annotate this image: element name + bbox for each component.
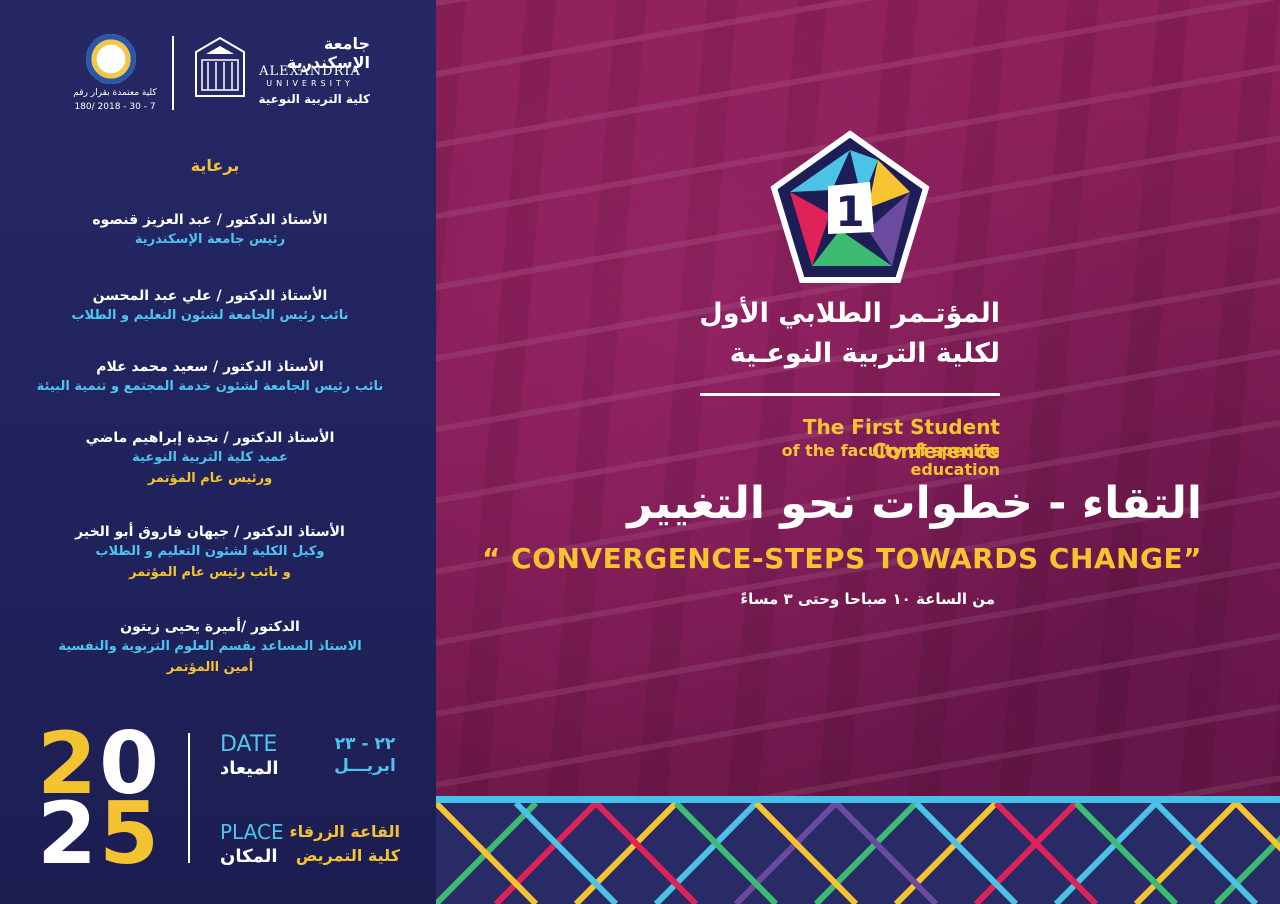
patron-role: نائب رئيس الجامعة لشئون التعليم و الطلاب (71, 308, 349, 323)
date-days: ٢٢ - ٢٣ (334, 734, 396, 754)
date-label-ar: الميعاد (220, 758, 279, 779)
patron-extra-role: أمين االمؤتمر (166, 660, 254, 675)
patron-entry: الأستاذ الدكتور / جيهان فاروق أبو الخير … (0, 522, 420, 584)
patron-extra-role: ورئيس عام المؤتمر (147, 471, 273, 486)
date-month: ابريـــل (334, 756, 396, 776)
logo-row: كلية معتمدة بقرار رقم 180/ 2018 - 30 - 7… (60, 30, 380, 120)
place-label-ar: المكان (220, 846, 278, 867)
patron-name: الأستاذ الدكتور / نجدة إبراهيم ماضي (85, 430, 335, 446)
patron-role: وكيل الكلية لشئون التعليم و الطلاب (95, 544, 325, 559)
patron-role: رئيس جامعة الإسكندرية (134, 232, 286, 247)
patron-name: الأستاذ الدكتور / سعيد محمد علام (96, 359, 324, 375)
conference-title-en-2: of the faculty of specific education (781, 441, 1000, 479)
patron-role: نائب رئيس الجامعة لشئون خدمة المجتمع و ت… (36, 379, 384, 394)
title-rule (700, 393, 1000, 396)
place-faculty: كلية التمريض (295, 846, 400, 865)
theme-title-ar: التقاء - خطوات نحو التغيير (627, 478, 1202, 529)
patron-entry: الأستاذ الدكتور / نجدة إبراهيم ماضي عميد… (0, 428, 420, 490)
year-digit: 5 (99, 784, 159, 884)
place-label-en: PLACE (220, 820, 284, 844)
place-hall: القاعة الزرقاء (289, 822, 400, 841)
pattern-top-band (436, 796, 1280, 803)
patron-entry: الأستاذ الدكتور / عبد العزيز قنصوه رئيس … (0, 210, 420, 250)
patron-role: الاستاذ المساعد بقسم العلوم التربوية وال… (58, 639, 362, 654)
accreditation-seal-icon (86, 34, 136, 84)
conference-title-ar-2: لكلية التربية النوعـية (729, 338, 1000, 369)
university-name-en: ALEXANDRIA (259, 64, 361, 79)
accreditation-caption: كلية معتمدة بقرار رقم (73, 88, 157, 98)
patron-entry: الأستاذ الدكتور / سعيد محمد علام نائب رئ… (0, 357, 420, 397)
university-subtitle-en: UNIVERSITY (266, 79, 354, 88)
faculty-name-ar: كلية التربية النوعية (258, 92, 371, 106)
decorative-line-pattern (436, 803, 1280, 904)
conference-title-ar-1: المؤتـمر الطلابي الأول (699, 298, 1000, 329)
year-block: 2 0 2 5 (32, 721, 160, 884)
year-digit: 2 (37, 784, 97, 884)
logo-divider (172, 36, 174, 110)
event-time: من الساعة ١٠ صباحا وحتى ٣ مساءً (740, 590, 995, 608)
patron-name: الأستاذ الدكتور / عبد العزيز قنصوه (92, 212, 328, 228)
conference-emblem-icon: 1 (770, 130, 930, 283)
patron-role: عميد كلية التربية النوعية (132, 450, 288, 465)
theme-title-en: “ CONVERGENCE-STEPS TOWARDS CHANGE” (482, 542, 1202, 575)
patron-entry: الدكتور /أميرة يحيى زيتون الاستاذ المساع… (0, 617, 420, 679)
accreditation-decree: 180/ 2018 - 30 - 7 (74, 102, 156, 112)
patron-entry: الأستاذ الدكتور / علي عبد المحسن نائب رئ… (0, 286, 420, 326)
patron-name: الأستاذ الدكتور / جيهان فاروق أبو الخير (75, 524, 345, 540)
date-label-en: DATE (220, 732, 278, 757)
info-divider (188, 733, 190, 863)
emblem-number: 1 (835, 187, 864, 236)
patron-extra-role: و نائب رئيس عام المؤتمر (129, 565, 291, 580)
patron-name: الدكتور /أميرة يحيى زيتون (120, 619, 300, 635)
patron-title: برعاية (190, 156, 240, 175)
patron-name: الأستاذ الدكتور / علي عبد المحسن (92, 288, 328, 304)
university-emblem-icon (195, 36, 245, 97)
